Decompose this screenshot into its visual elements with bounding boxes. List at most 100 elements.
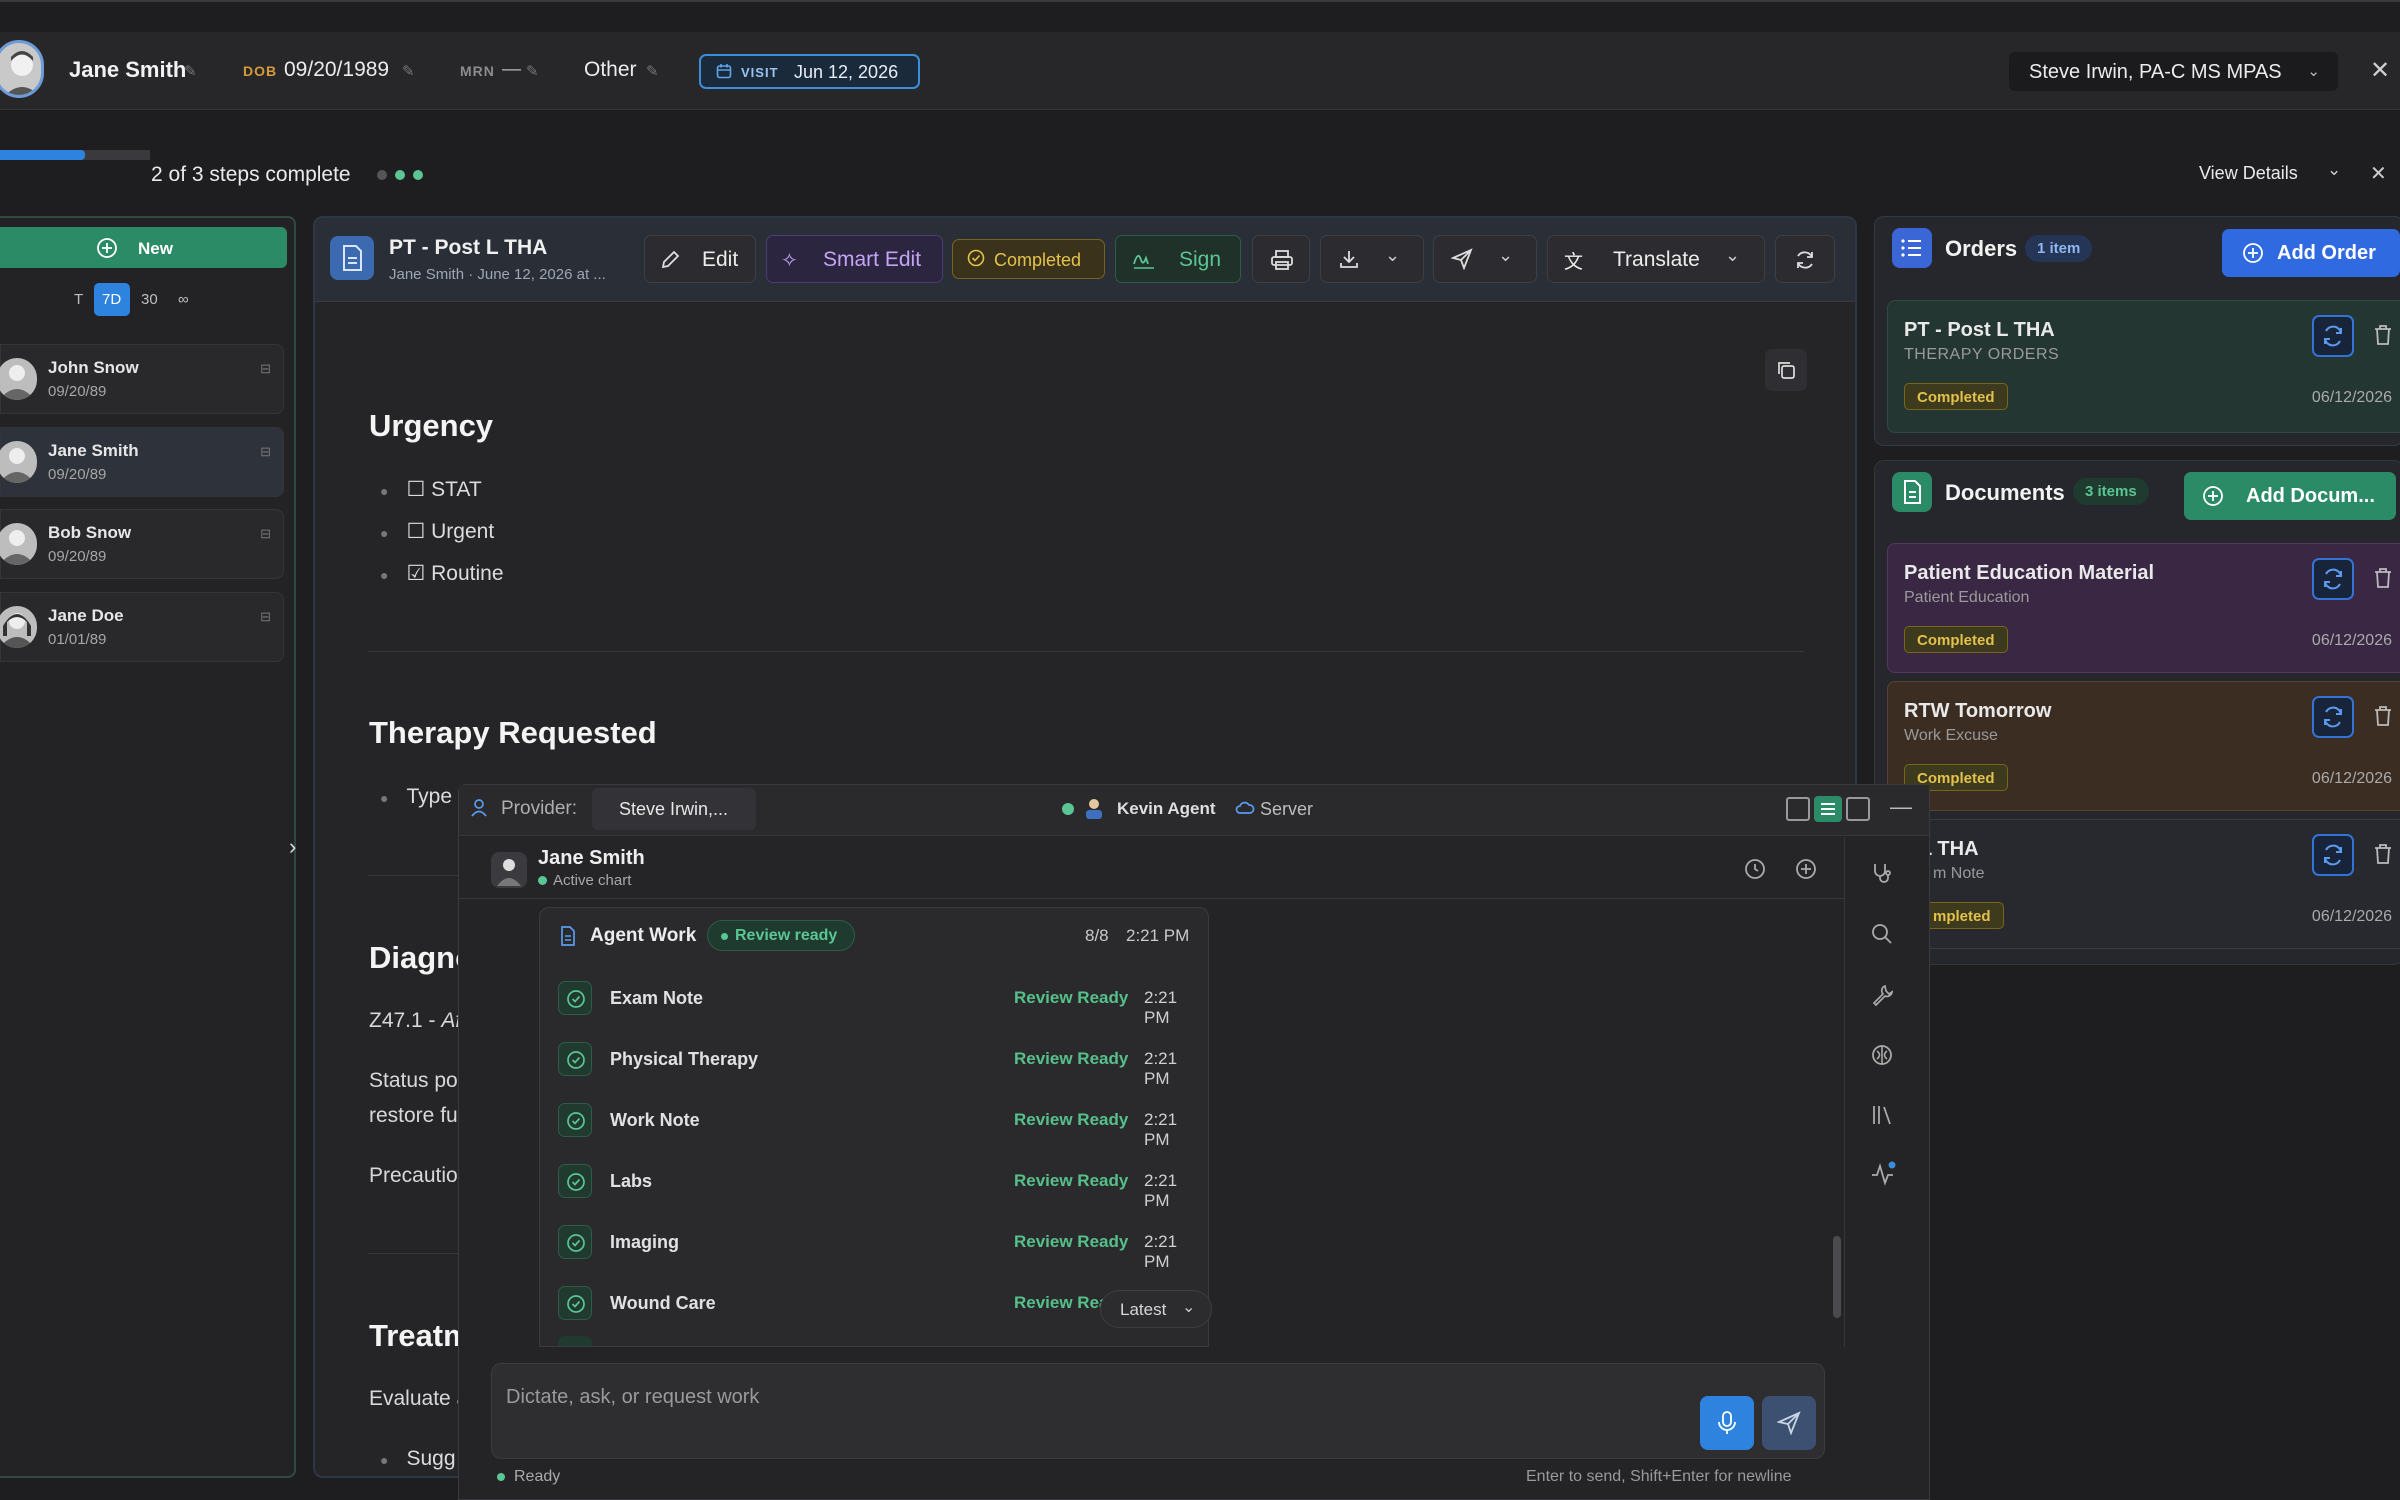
order-card-date: 06/12/2026 bbox=[2311, 389, 2392, 406]
document-card[interactable]: L THA m Note mpleted 06/12/2026 bbox=[1887, 819, 2400, 949]
regenerate-button[interactable] bbox=[2312, 315, 2354, 357]
chat-patient-header bbox=[459, 837, 1844, 899]
signature-icon bbox=[1132, 248, 1156, 270]
patient-avatar[interactable] bbox=[0, 40, 44, 98]
document-card-date: 06/12/2026 bbox=[2311, 908, 2392, 925]
divider bbox=[368, 651, 1804, 652]
trash-icon[interactable] bbox=[2372, 323, 2394, 347]
agent-task-row[interactable]: Physical Therapy Review Ready 2:21 PM bbox=[558, 1031, 1198, 1088]
dob-value[interactable]: 09/20/1989 bbox=[284, 58, 389, 82]
completed-status-button[interactable]: Completed bbox=[952, 239, 1105, 279]
chevron-down-icon: ⌄ bbox=[1725, 245, 1741, 265]
document-card-title: RTW Tomorrow bbox=[1904, 700, 2052, 722]
send-menu-button[interactable]: ⌄ bbox=[1433, 235, 1537, 283]
brain-icon[interactable] bbox=[1870, 1043, 1894, 1067]
status-badge: Completed bbox=[1904, 383, 2008, 410]
latest-label: Latest bbox=[1120, 1300, 1167, 1319]
translate-button[interactable]: 文 Translate ⌄ bbox=[1547, 235, 1765, 283]
cloud-icon bbox=[1235, 798, 1255, 816]
agent-task-row[interactable]: Work Note Review Ready 2:21 PM bbox=[558, 1092, 1198, 1149]
copy-button[interactable] bbox=[1765, 349, 1807, 391]
new-patient-button[interactable]: New bbox=[0, 227, 287, 268]
agent-task-time: 2:21 PM bbox=[1144, 1232, 1178, 1271]
check-circle-icon bbox=[558, 981, 592, 1015]
history-icon[interactable] bbox=[1743, 857, 1767, 881]
urgency-item[interactable]: ● ☑ Routine bbox=[380, 561, 504, 586]
agent-task-row[interactable]: Exam Note Review Ready 2:21 PM bbox=[558, 970, 1198, 1027]
wrench-icon[interactable] bbox=[1870, 983, 1894, 1007]
range-all[interactable]: ∞ bbox=[178, 291, 189, 308]
minimize-icon[interactable]: — bbox=[1890, 794, 1912, 820]
edit-mrn-icon[interactable]: ✎ bbox=[526, 62, 539, 80]
activity-icon[interactable] bbox=[1870, 1161, 1896, 1187]
latest-button[interactable]: Latest ⌄ bbox=[1100, 1290, 1212, 1328]
chat-provider-select[interactable]: Steve Irwin,... bbox=[592, 788, 756, 830]
check-circle-icon bbox=[967, 249, 985, 267]
layout-center-icon[interactable] bbox=[1814, 796, 1842, 822]
lock-icon: ⊟ bbox=[260, 361, 271, 376]
close-icon[interactable]: ✕ bbox=[2370, 56, 2390, 85]
patient-card-selected[interactable]: Jane Smith 09/20/89 ⊟ bbox=[0, 427, 284, 497]
chevron-down-icon: ⌄ bbox=[1182, 1299, 1196, 1316]
patient-avatar bbox=[0, 358, 37, 400]
urgency-item[interactable]: ● ☐ Urgent bbox=[380, 519, 494, 544]
chevron-down-icon[interactable]: ⌄ bbox=[2327, 160, 2341, 180]
send-button[interactable] bbox=[1762, 1396, 1816, 1450]
agent-task-row[interactable]: Imaging Review Ready 2:21 PM bbox=[558, 1214, 1198, 1271]
close-progress-icon[interactable]: ✕ bbox=[2370, 161, 2387, 186]
print-button[interactable] bbox=[1252, 235, 1310, 283]
trash-icon[interactable] bbox=[2372, 566, 2394, 590]
edit-dob-icon[interactable]: ✎ bbox=[402, 62, 415, 80]
stethoscope-icon[interactable] bbox=[1870, 861, 1894, 885]
chat-scrollbar[interactable] bbox=[1833, 1236, 1841, 1318]
trash-icon[interactable] bbox=[2372, 704, 2394, 728]
layout-right-icon[interactable] bbox=[1846, 797, 1870, 821]
edit-gender-icon[interactable]: ✎ bbox=[646, 62, 659, 80]
layout-left-icon[interactable] bbox=[1786, 797, 1810, 821]
visit-date-chip[interactable]: VISIT Jun 12, 2026 bbox=[699, 54, 920, 89]
urgency-item[interactable]: ● ☐ STAT bbox=[380, 477, 482, 502]
range-7d[interactable]: 7D bbox=[94, 283, 130, 316]
chevron-right-icon[interactable]: › bbox=[289, 834, 309, 860]
provider-select[interactable]: Steve Irwin, PA-C MS MPAS ⌄ bbox=[2009, 52, 2338, 91]
review-ready-badge: Review ready bbox=[707, 920, 855, 951]
refresh-button[interactable] bbox=[1775, 235, 1835, 283]
document-card[interactable]: Patient Education Material Patient Educa… bbox=[1887, 543, 2400, 673]
gender-value[interactable]: Other bbox=[584, 58, 637, 82]
agent-task-row[interactable]: Labs Review Ready 2:21 PM bbox=[558, 1153, 1198, 1210]
document-card[interactable]: RTW Tomorrow Work Excuse Completed 06/12… bbox=[1887, 681, 2400, 811]
library-icon[interactable] bbox=[1870, 1103, 1894, 1127]
chat-input[interactable]: Dictate, ask, or request work bbox=[491, 1363, 1825, 1459]
agent-task-status: Review Ready bbox=[1014, 1049, 1129, 1068]
patient-name[interactable]: Jane Smith bbox=[69, 57, 186, 83]
regenerate-button[interactable] bbox=[2312, 558, 2354, 600]
search-icon[interactable] bbox=[1870, 922, 1894, 946]
smart-edit-button[interactable]: ✧ Smart Edit bbox=[766, 235, 943, 283]
view-details-button[interactable]: View Details bbox=[2199, 163, 2298, 184]
check-circle-icon bbox=[558, 1042, 592, 1076]
range-30[interactable]: 30 bbox=[141, 291, 158, 308]
check-circle-icon bbox=[558, 1225, 592, 1259]
patient-card[interactable]: Jane Doe 01/01/89 ⊟ bbox=[0, 592, 284, 662]
sign-button[interactable]: Sign bbox=[1115, 235, 1241, 283]
microphone-button[interactable] bbox=[1700, 1396, 1754, 1450]
trash-icon[interactable] bbox=[2372, 842, 2394, 866]
add-order-button[interactable]: Add Order bbox=[2222, 229, 2400, 277]
edit-name-icon[interactable]: ✎ bbox=[184, 62, 197, 80]
range-today[interactable]: T bbox=[74, 291, 83, 308]
order-card[interactable]: PT - Post L THA THERAPY ORDERS Completed… bbox=[1887, 300, 2400, 433]
patient-card[interactable]: John Snow 09/20/89 ⊟ bbox=[0, 344, 284, 414]
regenerate-button[interactable] bbox=[2312, 696, 2354, 738]
refresh-icon bbox=[1794, 249, 1816, 271]
regenerate-button[interactable] bbox=[2312, 834, 2354, 876]
documents-title: Documents bbox=[1945, 480, 2065, 505]
urgency-heading: Urgency bbox=[369, 408, 494, 443]
mrn-value[interactable]: — bbox=[502, 59, 521, 81]
add-document-button[interactable]: Add Docum... bbox=[2184, 472, 2396, 520]
patient-card-name: Bob Snow bbox=[48, 523, 132, 542]
patient-card[interactable]: Bob Snow 09/20/89 ⊟ bbox=[0, 509, 284, 579]
new-chat-icon[interactable] bbox=[1794, 857, 1818, 881]
completed-label: Completed bbox=[994, 250, 1082, 270]
download-button[interactable]: ⌄ bbox=[1320, 235, 1424, 283]
edit-button[interactable]: Edit bbox=[644, 235, 756, 283]
